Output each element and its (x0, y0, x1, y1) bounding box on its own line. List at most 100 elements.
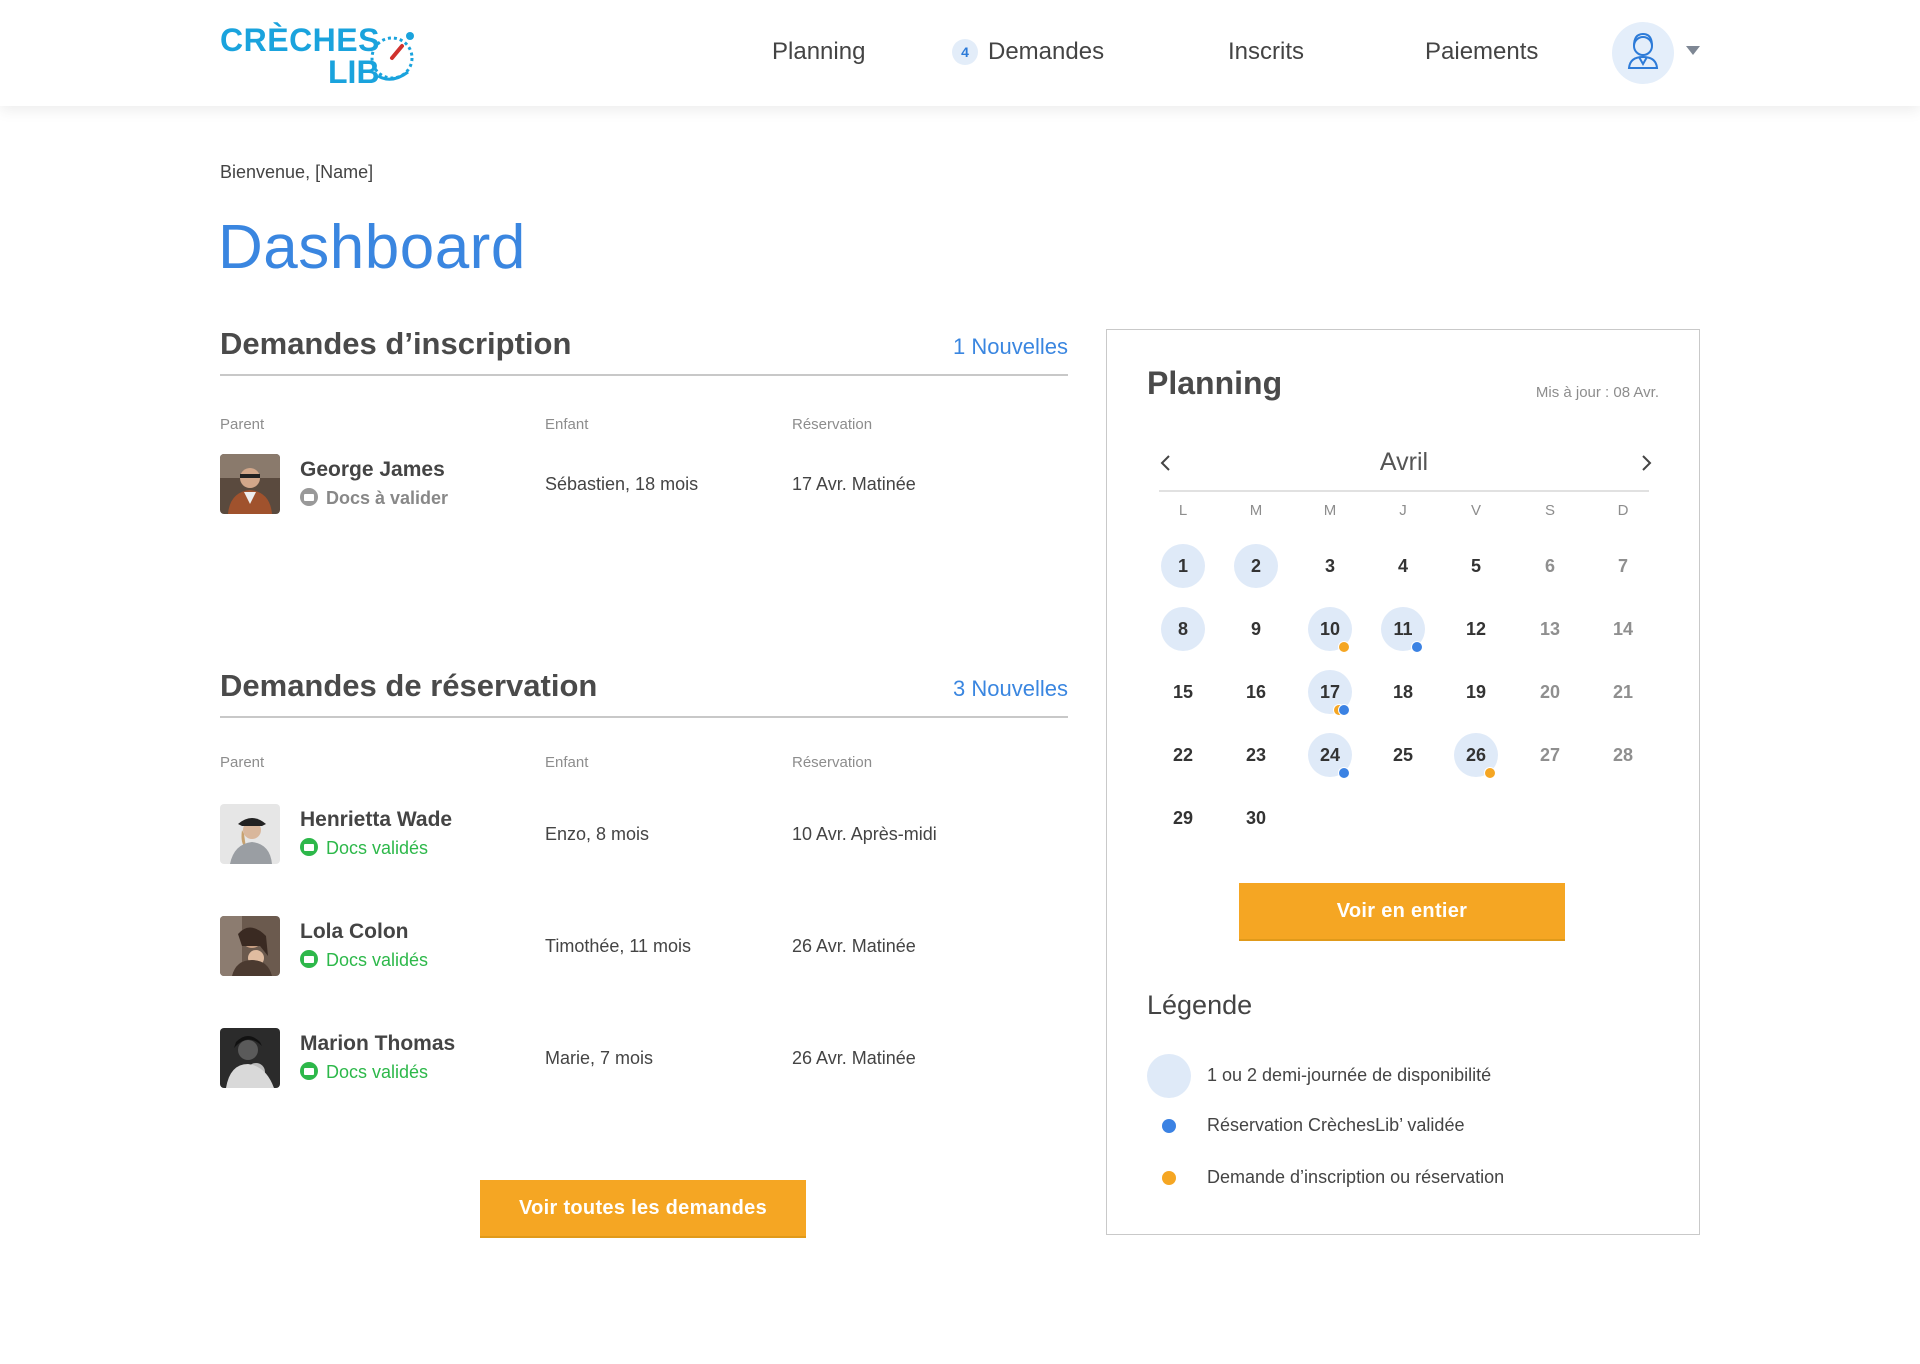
calendar-day[interactable]: 27 (1528, 733, 1572, 777)
calendar-day[interactable]: 25 (1381, 733, 1425, 777)
nav-demandes[interactable]: 4 Demandes (952, 38, 1104, 66)
child-info: Sébastien, 18 mois (545, 474, 699, 494)
reservation-info: 26 Avr. Matinée (792, 936, 916, 956)
parent-name: George James (300, 458, 445, 481)
nav-paiements[interactable]: Paiements (1425, 38, 1538, 66)
parent-name: Lola Colon (300, 920, 409, 943)
docs-validated-icon (300, 838, 318, 856)
calendar-day[interactable]: 30 (1234, 796, 1278, 840)
nav-demandes-label: Demandes (988, 38, 1105, 65)
validated-reservation-dot-icon (1162, 1119, 1176, 1133)
pending-request-dot-icon (1338, 641, 1350, 653)
parent-name: Marion Thomas (300, 1032, 456, 1055)
calendar-month: Avril (1379, 448, 1429, 476)
calendar-day[interactable]: 14 (1601, 607, 1645, 651)
section-divider (220, 374, 1068, 376)
user-avatar[interactable] (1612, 22, 1674, 84)
previous-month-button[interactable] (1151, 448, 1181, 478)
planning-title: Planning (1147, 365, 1283, 401)
weekday-label: J (1399, 502, 1407, 519)
nav-planning[interactable]: Planning (772, 38, 865, 66)
validated-reservation-dot-icon (1338, 767, 1350, 779)
legend-availability: 1 ou 2 demi-journée de disponibilité (1207, 1065, 1492, 1085)
table-row[interactable]: Henrietta Wade Docs validés Enzo, 8 mois… (220, 804, 1068, 864)
chevron-right-icon (1642, 455, 1652, 471)
last-updated-text: Mis à jour : 08 Avr. (1535, 384, 1659, 401)
stopwatch-icon (370, 32, 414, 81)
calendar-day[interactable]: 5 (1454, 544, 1498, 588)
reservation-info: 17 Avr. Matinée (792, 474, 916, 494)
child-info: Timothée, 11 mois (545, 936, 692, 956)
calendar-day[interactable]: 3 (1308, 544, 1352, 588)
docs-status-label: Docs validés (326, 950, 429, 970)
section-title: Demandes d’inscription (220, 326, 572, 361)
docs-status: Docs validés (300, 950, 428, 971)
reservation-info: 10 Avr. Après-midi (792, 824, 937, 844)
table-row[interactable]: Marion Thomas Docs validés Marie, 7 mois… (220, 1028, 1068, 1088)
calendar-day[interactable]: 6 (1528, 544, 1572, 588)
page-title: Dashboard (218, 213, 526, 282)
calendar-day[interactable]: 4 (1381, 544, 1425, 588)
calendar-day[interactable]: 23 (1234, 733, 1278, 777)
calendar-day[interactable]: 8 (1161, 607, 1205, 651)
calendar-day[interactable]: 7 (1601, 544, 1645, 588)
inscription-requests-section: Demandes d’inscription 1 Nouvelles Paren… (220, 322, 1068, 522)
table-row[interactable]: Lola Colon Docs validés Timothée, 11 moi… (220, 916, 1068, 976)
parent-photo (220, 454, 280, 514)
caret-down-icon[interactable] (1686, 46, 1700, 55)
legend-title: Légende (1147, 990, 1253, 1020)
top-navbar: CRÈCHES LIB Planning 4 Demandes Inscrits … (0, 0, 1920, 106)
pending-request-dot-icon (1484, 767, 1496, 779)
calendar-day[interactable]: 13 (1528, 607, 1572, 651)
docs-validated-icon (300, 1062, 318, 1080)
calendar-day[interactable]: 12 (1454, 607, 1498, 651)
view-all-requests-button[interactable]: Voir toutes les demandes (480, 1180, 806, 1236)
pending-request-dot-icon (1162, 1171, 1176, 1185)
reservation-requests-section: Demandes de réservation 3 Nouvelles Pare… (220, 664, 1068, 1264)
column-header-child: Enfant (545, 416, 589, 433)
calendar-day[interactable]: 20 (1528, 670, 1572, 714)
docs-status-label: Docs validés (326, 838, 429, 858)
availability-swatch (1147, 1054, 1191, 1098)
parent-photo (220, 1028, 280, 1088)
new-reservations-link[interactable]: 3 Nouvelles (953, 676, 1068, 702)
pending-docs-icon (300, 488, 318, 506)
calendar-day[interactable]: 15 (1161, 670, 1205, 714)
docs-status: Docs validés (300, 838, 428, 859)
legend-pending-request: Demande d’inscription ou réservation (1207, 1167, 1505, 1187)
calendar-day[interactable]: 18 (1381, 670, 1425, 714)
calendar-day[interactable]: 21 (1601, 670, 1645, 714)
column-header-child: Enfant (545, 754, 589, 771)
calendar-day[interactable]: 16 (1234, 670, 1278, 714)
section-divider (220, 716, 1068, 718)
user-avatar-icon (1627, 32, 1659, 69)
weekday-label: L (1178, 502, 1188, 519)
legend-validated-reservation: Réservation CrèchesLib’ validée (1207, 1115, 1465, 1135)
creches-lib-logo[interactable]: CRÈCHES LIB (218, 22, 423, 90)
weekday-label: D (1617, 502, 1629, 519)
calendar-day[interactable]: 19 (1454, 670, 1498, 714)
calendar-day[interactable]: 22 (1161, 733, 1205, 777)
reservation-info: 26 Avr. Matinée (792, 1048, 916, 1068)
new-inscriptions-link[interactable]: 1 Nouvelles (953, 334, 1068, 360)
calendar-day[interactable]: 9 (1234, 607, 1278, 651)
calendar-day[interactable]: 1 (1161, 544, 1205, 588)
docs-validated-icon (300, 950, 318, 968)
calendar-day[interactable]: 28 (1601, 733, 1645, 777)
parent-photo (220, 916, 280, 976)
column-header-reservation: Réservation (792, 416, 873, 433)
view-full-planning-button[interactable]: Voir en entier (1239, 883, 1565, 939)
chevron-left-icon (1160, 455, 1170, 471)
docs-status: Docs validés (300, 1062, 428, 1083)
weekday-label: M (1323, 502, 1337, 519)
calendar-day[interactable]: 29 (1161, 796, 1205, 840)
docs-status-label: Docs à valider (326, 488, 449, 508)
next-month-button[interactable] (1631, 448, 1661, 478)
weekday-label: S (1544, 502, 1555, 519)
section-title: Demandes de réservation (220, 668, 598, 703)
welcome-text: Bienvenue, [Name] (220, 162, 374, 182)
calendar-day[interactable]: 2 (1234, 544, 1278, 588)
table-row[interactable]: George James Docs à valider Sébastien, 1… (220, 454, 1068, 514)
weekday-label: V (1470, 502, 1481, 519)
nav-inscrits[interactable]: Inscrits (1228, 38, 1304, 66)
